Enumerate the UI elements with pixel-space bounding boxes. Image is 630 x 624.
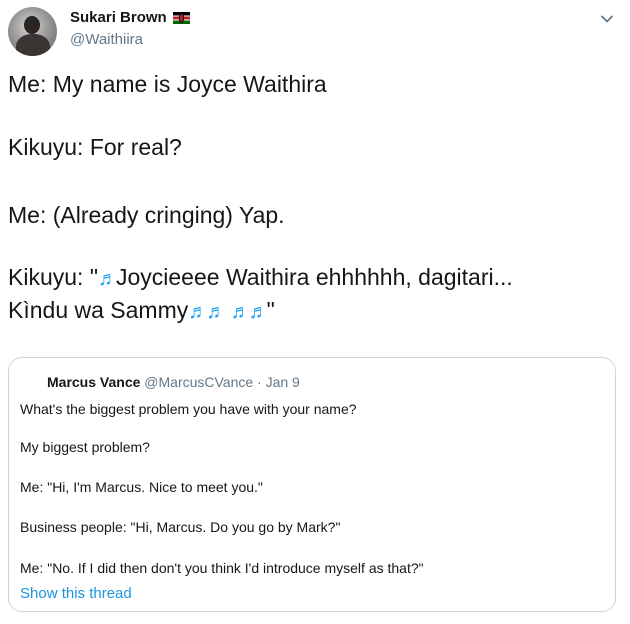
tweet-line-4: Kikuyu: "♬Joycieeee Waithira ehhhhhh, da… xyxy=(8,263,513,293)
music-notes-icon: ♬ xyxy=(248,301,269,323)
tweet-line-5: Kìndu wa Sammy♬♬ ♬♬" xyxy=(8,296,275,326)
music-notes-icon: ♬ xyxy=(188,301,208,323)
kenya-flag-icon xyxy=(172,11,190,24)
author-display-name[interactable]: Sukari Brown xyxy=(70,9,167,26)
quoted-line: Me: "Hi, I'm Marcus. Nice to meet you." xyxy=(20,479,263,495)
tweet-line-4-end: Joycieeee Waithira ehhhhhh, dagitari... xyxy=(115,264,513,290)
quoted-line: Me: "No. If I did then don't you think I… xyxy=(20,560,424,576)
chevron-down-icon[interactable] xyxy=(598,10,616,28)
tweet-line-5-end: " xyxy=(266,297,275,323)
quoted-author-meta: @MarcusCVance · Jan 9 xyxy=(144,374,300,390)
quoted-line: Business people: "Hi, Marcus. Do you go … xyxy=(20,519,341,535)
show-thread-link[interactable]: Show this thread xyxy=(20,585,132,602)
tweet-line-1: Me: My name is Joyce Waithira xyxy=(8,71,327,97)
author-name-row: Sukari Brown xyxy=(70,9,190,26)
tweet-line-5-start: Kìndu wa Sammy xyxy=(8,297,189,323)
quoted-line: What's the biggest problem you have with… xyxy=(20,401,357,417)
avatar-head-shape xyxy=(24,16,40,34)
music-notes-icon: ♬ xyxy=(97,268,118,290)
tweet-line-2: Kikuyu: For real? xyxy=(8,134,182,160)
music-notes-icon: ♬ xyxy=(230,301,251,323)
tweet-line-3: Me: (Already cringing) Yap. xyxy=(8,202,285,228)
tweet-line-4-start: Kikuyu: " xyxy=(8,264,98,290)
quoted-tweet-header: Marcus Vance @MarcusCVance · Jan 9 xyxy=(47,374,300,390)
quoted-tweet-card[interactable]: Marcus Vance @MarcusCVance · Jan 9 What'… xyxy=(8,357,616,612)
avatar[interactable] xyxy=(8,7,57,56)
quoted-author-name: Marcus Vance xyxy=(47,374,141,390)
quoted-line: My biggest problem? xyxy=(20,439,150,455)
avatar-body-shape xyxy=(16,34,50,56)
music-notes-icon: ♬ xyxy=(206,301,226,323)
author-handle[interactable]: @Waithiira xyxy=(70,31,143,48)
